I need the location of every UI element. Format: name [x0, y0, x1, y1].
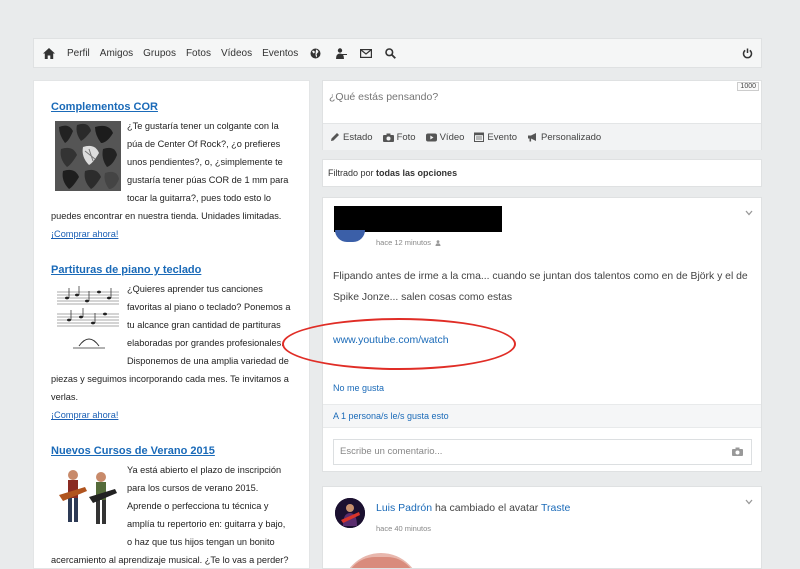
option-personalizado[interactable]: Personalizado [527, 132, 601, 143]
ad-cursos-verano: Nuevos Cursos de Verano 2015 Ya está abi… [51, 445, 291, 568]
option-evento[interactable]: Evento [474, 132, 517, 143]
ads-sidebar: Complementos COR ¿Te gustaría tener un c… [33, 80, 310, 569]
status-input[interactable] [323, 81, 761, 123]
option-video[interactable]: Vídeo [425, 132, 464, 143]
ad-partituras: Partituras de piano y teclado ¿Quieres a… [51, 264, 291, 424]
unlike-link[interactable]: No me gusta [333, 383, 384, 393]
option-estado[interactable]: Estado [330, 132, 373, 143]
globe-icon[interactable] [303, 48, 328, 59]
guitar-picks-image [55, 121, 121, 191]
power-icon[interactable] [733, 48, 761, 59]
privacy-user-icon [435, 239, 441, 246]
feed-filter[interactable]: Filtrado por todas las opciones [322, 159, 762, 187]
avatar[interactable] [335, 230, 365, 242]
camera-icon[interactable] [732, 447, 743, 456]
post-timestamp: hace 40 minutos [376, 524, 432, 533]
redacted-author [334, 206, 502, 232]
top-navbar: Perfil Amigos Grupos Fotos Vídeos Evento… [33, 38, 762, 68]
target-link[interactable]: Traste [541, 502, 570, 514]
mail-icon[interactable] [353, 48, 378, 58]
camera-icon [382, 133, 394, 142]
nav-photos[interactable]: Fotos [181, 48, 216, 59]
likes-summary[interactable]: A 1 persona/s le/s gusta esto [323, 404, 761, 428]
calendar-icon [474, 132, 485, 142]
feed-post: Luis Padrón ha cambiado el avatar Traste… [322, 486, 762, 569]
people-icon[interactable] [328, 47, 353, 59]
chevron-down-icon[interactable] [745, 499, 753, 505]
nav-events[interactable]: Eventos [257, 48, 303, 59]
post-action: ha cambiado el avatar [432, 502, 542, 514]
nav-groups[interactable]: Grupos [138, 48, 181, 59]
pencil-icon [331, 133, 339, 141]
author-link[interactable]: Luis Padrón [376, 502, 432, 514]
video-icon [425, 133, 437, 141]
ad-title[interactable]: Partituras de piano y teclado [51, 264, 291, 276]
option-foto[interactable]: Foto [382, 132, 416, 143]
char-counter: 1000 [737, 82, 759, 91]
ad-title[interactable]: Complementos COR [51, 101, 291, 113]
status-composer: 1000 Estado Foto Vídeo Evento Personaliz… [322, 80, 762, 150]
megaphone-icon [528, 133, 536, 142]
nav-friends[interactable]: Amigos [95, 48, 138, 59]
post-timestamp: hace 12 minutos [376, 238, 441, 247]
nav-profile[interactable]: Perfil [62, 48, 95, 59]
buy-now-link[interactable]: ¡Comprar ahora! [51, 406, 291, 424]
post-text: Flipando antes de irme a la cma... cuand… [333, 271, 748, 303]
ad-complementos: Complementos COR ¿Te gustaría tener un c… [51, 101, 291, 243]
post-header: Luis Padrón ha cambiado el avatar Traste [376, 502, 570, 514]
sheet-music-image [55, 284, 121, 354]
home-icon[interactable] [36, 47, 62, 59]
filter-prefix: Filtrado por [328, 168, 374, 178]
guitarists-image [55, 465, 121, 535]
nav-videos[interactable]: Vídeos [216, 48, 257, 59]
avatar[interactable] [335, 498, 365, 528]
ad-title[interactable]: Nuevos Cursos de Verano 2015 [51, 445, 291, 457]
buy-now-link[interactable]: ¡Comprar ahora! [51, 225, 291, 243]
highlight-ellipse [282, 318, 516, 370]
search-icon[interactable] [378, 47, 403, 59]
comment-input[interactable]: Escribe un comentario... [333, 439, 752, 465]
post-type-bar: Estado Foto Vídeo Evento Personalizado [323, 123, 761, 150]
filter-value: todas las opciones [376, 168, 458, 178]
chevron-down-icon[interactable] [745, 210, 753, 216]
avatar-preview-detail [345, 557, 417, 568]
